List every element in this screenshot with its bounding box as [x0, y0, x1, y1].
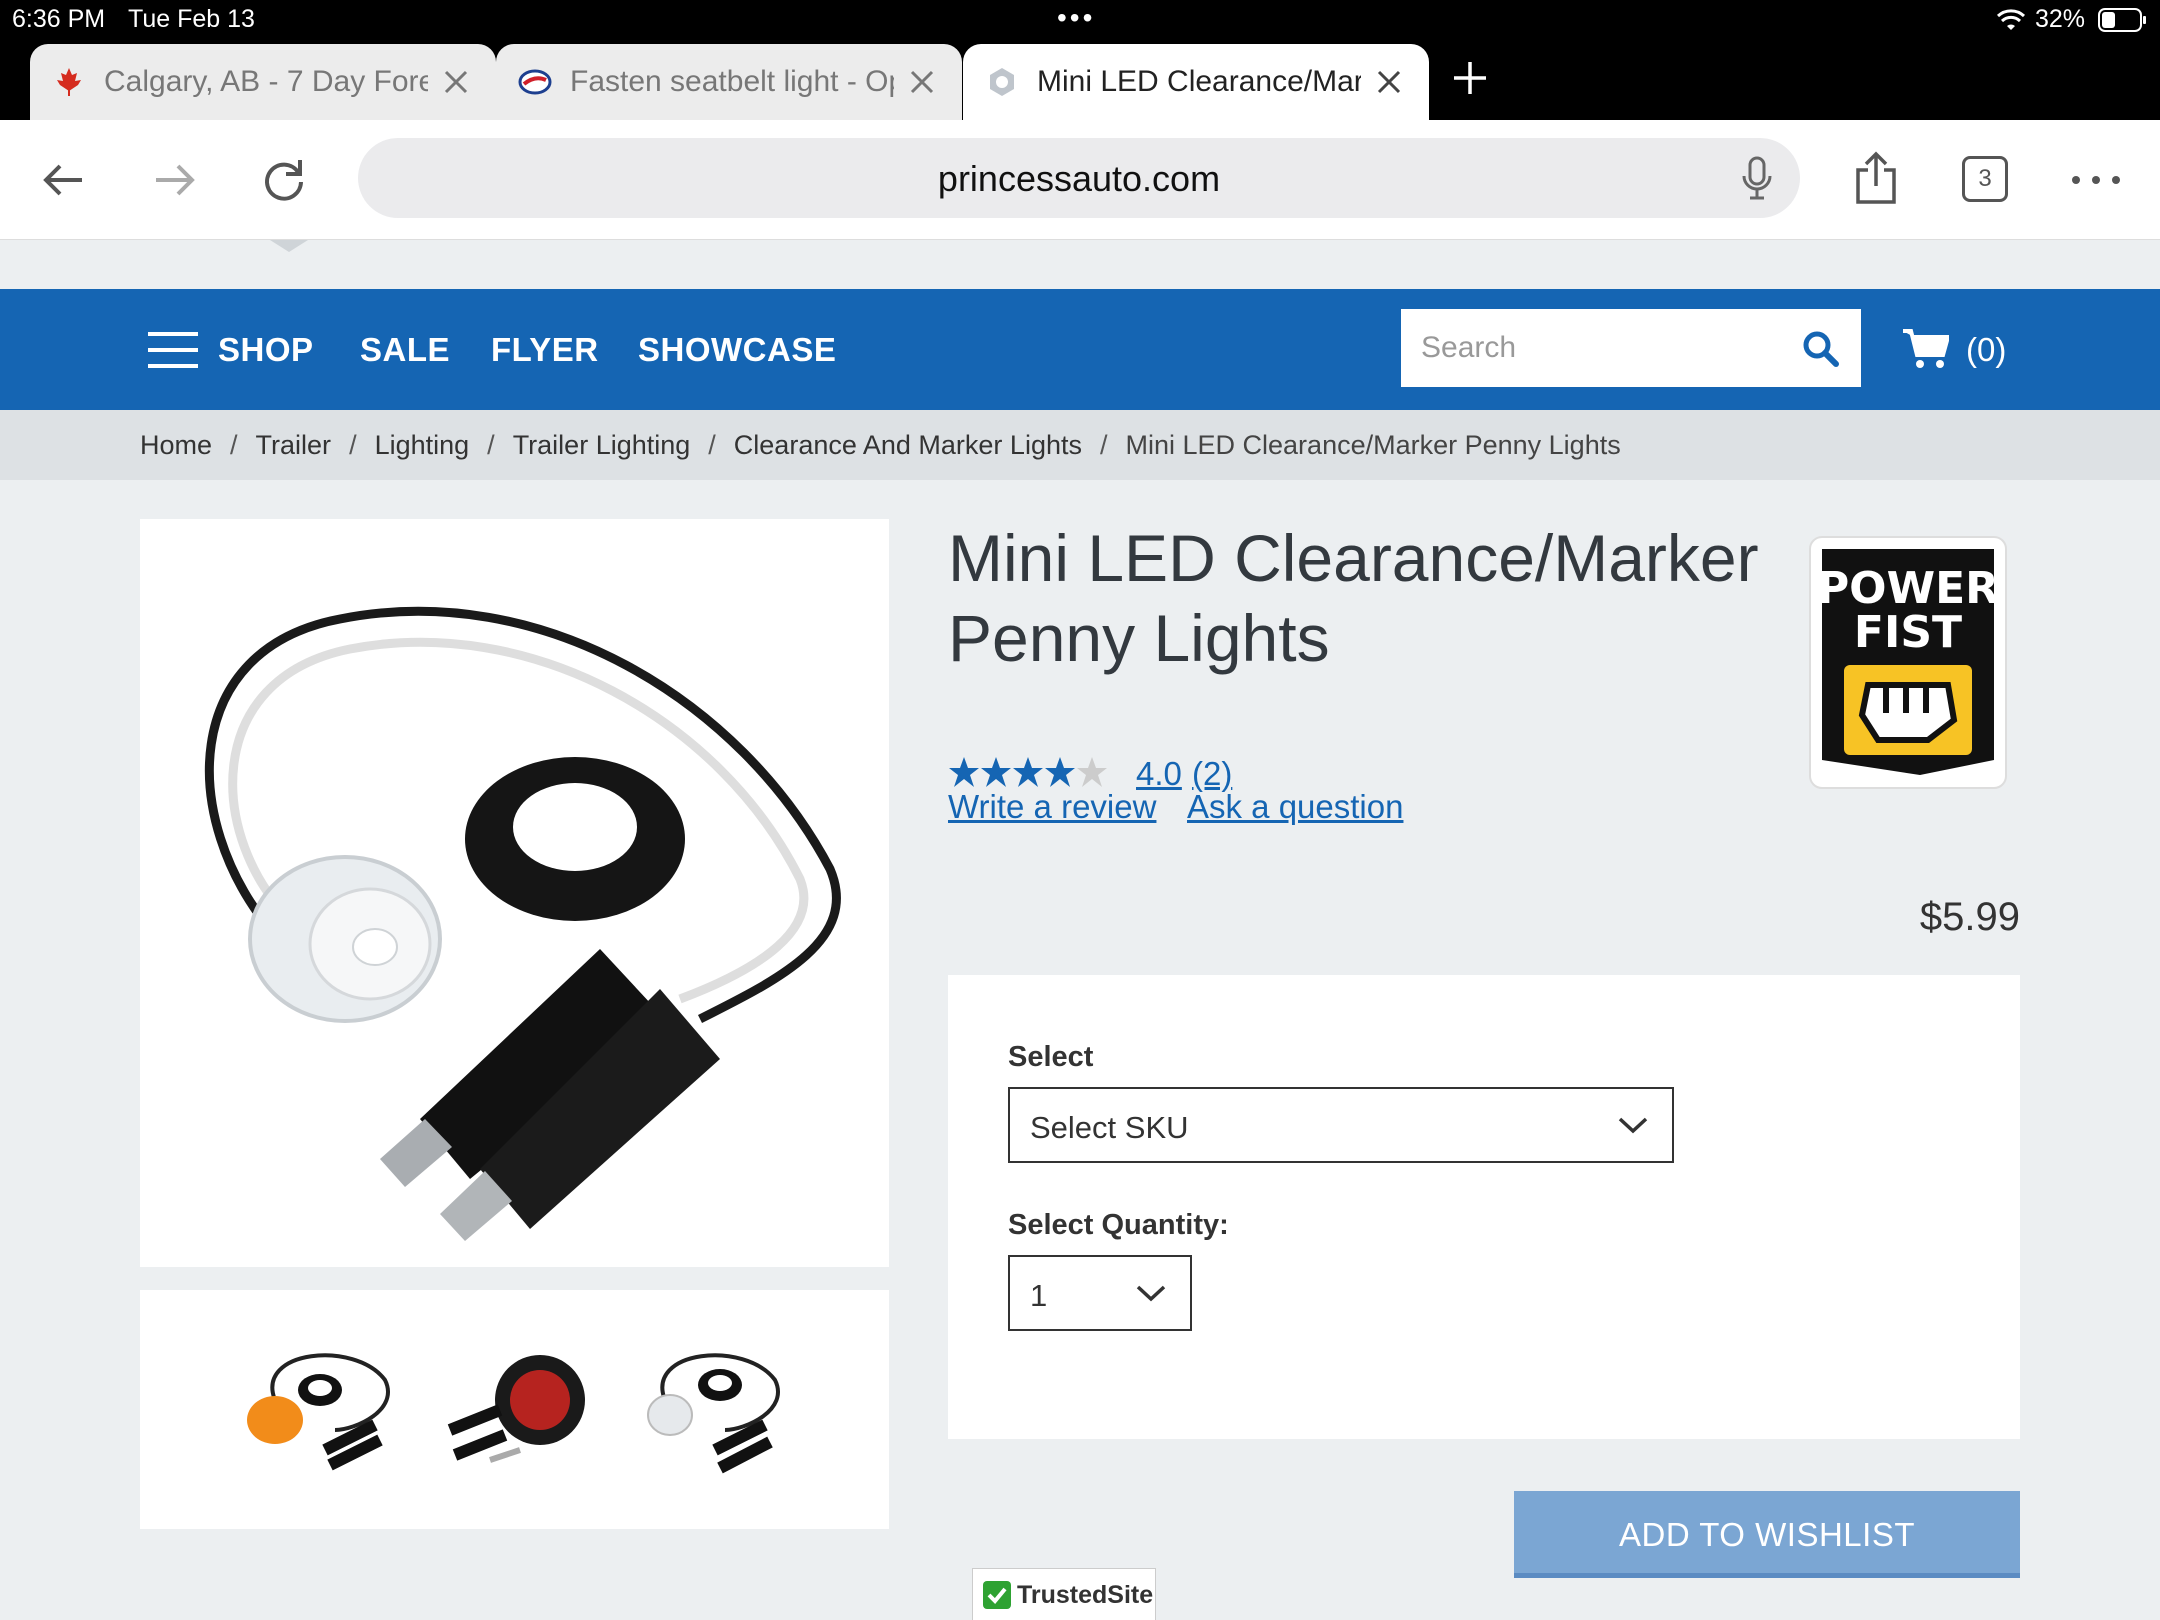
svg-text:FIST: FIST: [1854, 607, 1962, 658]
chevron-down-icon: [1136, 1285, 1166, 1302]
ask-question-link[interactable]: Ask a question: [1187, 788, 1403, 826]
add-to-wishlist-button[interactable]: ADD TO WISHLIST: [1514, 1491, 2020, 1578]
star-rating[interactable]: [948, 756, 1108, 790]
site-hexagon-icon: [990, 68, 1014, 96]
hamburger-menu-icon[interactable]: [148, 332, 198, 368]
site-logo-icon: [518, 69, 552, 95]
select-sku-label: Select: [1008, 1041, 1094, 1073]
address-toolbar: princessauto.com 3: [0, 120, 2160, 240]
shopping-cart-icon[interactable]: [1903, 327, 1949, 369]
chevron-down-icon: [1618, 1117, 1648, 1134]
tab-weather[interactable]: Calgary, AB - 7 Day Forecast: [30, 44, 496, 120]
tab-switcher-button[interactable]: 3: [1962, 156, 2008, 202]
star-full-icon: [981, 757, 1011, 787]
star-full-icon: [949, 757, 979, 787]
breadcrumb-lighting[interactable]: Lighting: [375, 430, 470, 460]
battery-icon: [2098, 8, 2146, 32]
brand-logo[interactable]: POWER FIST: [1808, 535, 2008, 790]
breadcrumb-current: Mini LED Clearance/Marker Penny Lights: [1125, 430, 1621, 460]
multitask-dots-icon[interactable]: •••: [1057, 2, 1095, 34]
tab-seatbelt[interactable]: Fasten seatbelt light - Op: [496, 44, 962, 120]
dropdown-notch: [270, 240, 308, 252]
tab-label: Calgary, AB - 7 Day Forecast: [104, 65, 428, 98]
forward-arrow-icon[interactable]: [144, 150, 204, 210]
breadcrumb-trailer[interactable]: Trailer: [256, 430, 332, 460]
breadcrumb: Home / Trailer / Lighting / Trailer Lighting / C…: [0, 410, 2160, 480]
sku-select[interactable]: Select SKU: [1008, 1087, 1674, 1163]
more-options-icon[interactable]: [2066, 150, 2126, 210]
led-light-image: [205, 606, 841, 1241]
close-tab-icon[interactable]: [438, 64, 474, 100]
share-icon[interactable]: [1846, 148, 1906, 208]
product-main-image[interactable]: [140, 519, 889, 1267]
breadcrumb-home[interactable]: Home: [140, 430, 212, 460]
status-bar: 6:36 PM Tue Feb 13 ••• 32%: [0, 0, 2160, 40]
wifi-icon: [1996, 9, 2026, 30]
reload-icon[interactable]: [254, 150, 314, 210]
url-text: princessauto.com: [937, 158, 1221, 199]
search-icon[interactable]: [1801, 329, 1839, 367]
nav-flyer[interactable]: FLYER: [491, 331, 599, 369]
write-review-link[interactable]: Write a review: [948, 788, 1156, 826]
breadcrumb-clearance-marker[interactable]: Clearance And Marker Lights: [734, 430, 1082, 460]
quantity-select-value: 1: [1030, 1278, 1048, 1313]
microphone-icon[interactable]: [1740, 156, 1774, 200]
power-fist-logo-icon: POWER FIST: [1809, 536, 2007, 789]
site-search: [1401, 309, 1861, 387]
cart-count[interactable]: (0): [1966, 331, 2006, 369]
search-input[interactable]: [1401, 309, 1781, 387]
trusted-site-label: TrustedSite: [1017, 1581, 1154, 1609]
checkmark-icon: [983, 1581, 1011, 1609]
status-date: Tue Feb 13: [128, 5, 255, 33]
status-time: 6:36 PM: [12, 5, 106, 33]
nav-showcase[interactable]: SHOWCASE: [638, 331, 836, 369]
product-thumbnails: [140, 1290, 889, 1529]
nav-sale[interactable]: SALE: [360, 331, 450, 369]
product-options-panel: Select Select SKU Select Quantity: 1: [948, 975, 2020, 1439]
new-tab-icon[interactable]: [1448, 56, 1492, 100]
star-full-icon: [1045, 757, 1075, 787]
amber-light-thumbnail[interactable]: [235, 1330, 405, 1490]
quantity-label: Select Quantity:: [1008, 1209, 1229, 1241]
battery-percent: 32%: [2035, 5, 2086, 33]
trusted-site-badge[interactable]: TrustedSite: [972, 1568, 1156, 1620]
site-navigation: SHOP SALE FLYER SHOWCASE (0): [0, 289, 2160, 410]
canada-flag-icon: [57, 68, 81, 96]
product-price: $5.99: [1919, 895, 2020, 939]
product-title: Mini LED Clearance/Marker Penny Lights: [948, 521, 1759, 675]
close-tab-icon[interactable]: [1371, 64, 1407, 100]
sku-select-value: Select SKU: [1030, 1110, 1189, 1145]
red-light-thumbnail[interactable]: [430, 1330, 600, 1490]
clear-light-thumbnail[interactable]: [625, 1330, 795, 1490]
browser-tab-bar: Calgary, AB - 7 Day Forecast Fasten seat…: [0, 40, 2160, 120]
tab-label: Fasten seatbelt light - Op: [570, 65, 894, 98]
url-field[interactable]: princessauto.com: [358, 138, 1800, 218]
quantity-select[interactable]: 1: [1008, 1255, 1192, 1331]
star-full-icon: [1013, 757, 1043, 787]
star-empty-icon: [1077, 757, 1107, 787]
tab-label: Mini LED Clearance/Marker: [1037, 65, 1361, 98]
nav-shop[interactable]: SHOP: [218, 331, 314, 369]
back-arrow-icon[interactable]: [34, 150, 94, 210]
tab-current[interactable]: Mini LED Clearance/Marker: [963, 44, 1429, 120]
breadcrumb-trailer-lighting[interactable]: Trailer Lighting: [513, 430, 691, 460]
close-tab-icon[interactable]: [904, 64, 940, 100]
